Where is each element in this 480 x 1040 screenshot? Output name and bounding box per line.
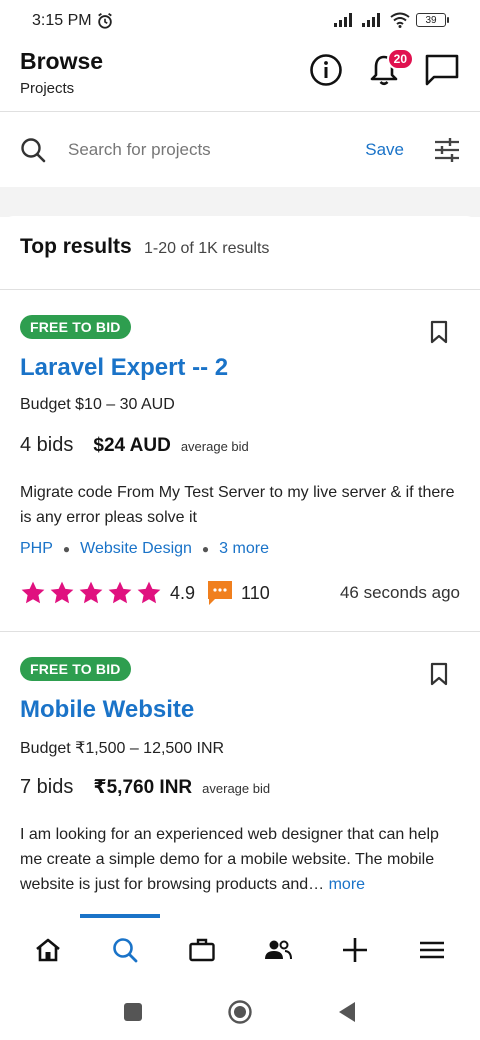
project-card[interactable]: FREE TO BID Laravel Expert -- 2 Budget $… <box>0 290 480 632</box>
tag-separator: ● <box>62 542 71 556</box>
nav-projects[interactable] <box>172 916 232 984</box>
more-tags-link[interactable]: 3 more <box>219 540 269 558</box>
star-rating <box>20 580 162 606</box>
project-title[interactable]: Mobile Website <box>20 696 194 724</box>
star-icon <box>108 581 132 604</box>
star-icon <box>21 581 45 604</box>
chat-icon <box>425 54 459 86</box>
reviews-icon <box>208 581 233 605</box>
save-search-button[interactable]: Save <box>365 140 404 160</box>
people-icon <box>265 940 293 960</box>
project-title[interactable]: Laravel Expert -- 2 <box>20 354 228 382</box>
back-icon[interactable] <box>337 1001 357 1023</box>
bookmark-icon[interactable] <box>430 662 448 686</box>
free-to-bid-badge: FREE TO BID <box>20 315 131 339</box>
star-icon <box>79 581 103 604</box>
battery-level: 39 <box>425 14 437 26</box>
bids-row: 4 bids $24 AUD average bid <box>20 434 249 457</box>
review-count: 110 <box>241 582 270 603</box>
rating-row: 4.9 110 46 seconds ago <box>20 578 460 608</box>
read-more-link[interactable]: more <box>329 876 365 893</box>
posted-time: 46 seconds ago <box>339 583 460 602</box>
signal-icon-2 <box>362 13 380 27</box>
menu-icon <box>419 941 444 959</box>
skill-tag[interactable]: PHP <box>20 540 53 558</box>
recents-icon[interactable] <box>123 1002 143 1022</box>
project-budget: Budget ₹1,500 – 12,500 INR <box>20 740 225 757</box>
search-icon <box>113 938 138 963</box>
skill-tag[interactable]: Website Design <box>80 540 192 558</box>
project-budget: Budget $10 – 30 AUD <box>20 396 175 413</box>
results-count: 1-20 of 1K results <box>144 240 270 257</box>
info-icon <box>310 54 342 86</box>
page-subtitle[interactable]: Projects <box>20 80 74 97</box>
info-button[interactable] <box>308 52 344 88</box>
notifications-button[interactable]: 20 <box>366 48 414 88</box>
nav-search[interactable] <box>95 916 155 984</box>
bookmark-icon[interactable] <box>430 320 448 344</box>
messages-button[interactable] <box>424 52 460 88</box>
nav-home[interactable] <box>18 916 78 984</box>
tag-separator: ● <box>201 542 210 556</box>
average-bid-label: average bid <box>202 781 271 796</box>
description-text: I am looking for an experienced web desi… <box>20 826 439 893</box>
status-time: 3:15 PM <box>32 12 92 29</box>
nav-contacts[interactable] <box>248 916 308 984</box>
average-bid-amount: ₹5,760 INR <box>93 777 193 798</box>
bid-count: 7 bids <box>20 776 74 798</box>
star-icon <box>50 581 74 604</box>
bids-row: 7 bids ₹5,760 INR average bid <box>20 776 270 799</box>
bid-count: 4 bids <box>20 434 74 456</box>
status-bar: 3:15 PM 39 <box>0 0 480 42</box>
system-navigation <box>0 984 480 1040</box>
bottom-navigation <box>0 914 480 984</box>
nav-menu[interactable] <box>402 916 462 984</box>
search-icon[interactable] <box>20 137 46 163</box>
wifi-icon <box>390 12 410 28</box>
home-button-icon[interactable] <box>227 999 253 1025</box>
nav-post-project[interactable] <box>325 916 385 984</box>
average-bid-label: average bid <box>180 439 249 454</box>
average-bid-amount: $24 AUD <box>93 435 171 456</box>
results-title: Top results <box>20 235 132 258</box>
notification-badge: 20 <box>386 48 414 70</box>
search-bar: Search for projects Save <box>0 113 480 187</box>
battery-icon: 39 <box>416 13 449 27</box>
filter-icon[interactable] <box>434 138 460 162</box>
signal-icon <box>334 13 352 27</box>
results-header: Top results 1-20 of 1K results <box>0 216 480 290</box>
briefcase-icon <box>188 938 215 962</box>
free-to-bid-badge: FREE TO BID <box>20 657 131 681</box>
star-icon <box>137 581 161 604</box>
project-description: Migrate code From My Test Server to my l… <box>20 484 455 526</box>
project-description: I am looking for an experienced web desi… <box>20 822 460 897</box>
page-title: Browse <box>20 48 104 74</box>
app-header: Browse Projects 20 <box>0 42 480 112</box>
skill-tags: PHP ● Website Design ● 3 more <box>20 540 269 558</box>
plus-icon <box>342 938 367 962</box>
alarm-icon <box>97 13 112 29</box>
home-icon <box>36 938 61 962</box>
section-divider <box>0 187 480 217</box>
search-input[interactable]: Search for projects <box>68 140 365 160</box>
rating-value: 4.9 <box>170 582 196 603</box>
project-card[interactable]: FREE TO BID Mobile Website Budget ₹1,500… <box>0 632 480 916</box>
